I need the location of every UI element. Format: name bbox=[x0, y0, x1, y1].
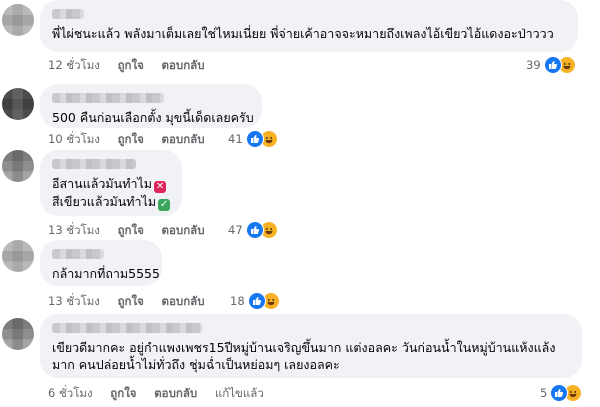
reaction-summary[interactable]: 5 bbox=[540, 384, 583, 402]
avatar[interactable] bbox=[2, 240, 34, 272]
reaction-count: 18 bbox=[230, 294, 245, 308]
comment-time[interactable]: 13 ชั่วโมง bbox=[48, 223, 100, 237]
comment-text: กล้ามากที่ถาม5555 bbox=[52, 266, 160, 281]
comment-text: มาก คนปล่อยน้ำไม่ทั่วถึง ชุ่มฉ่ำเป็นหย่อ… bbox=[52, 357, 340, 372]
reply-button[interactable]: ตอบกลับ bbox=[154, 386, 197, 400]
avatar[interactable] bbox=[2, 4, 34, 36]
like-button[interactable]: ถูกใจ bbox=[118, 58, 144, 72]
like-icon bbox=[247, 292, 266, 310]
reaction-count: 5 bbox=[540, 386, 548, 400]
reaction-count: 41 bbox=[228, 132, 243, 146]
check-mark-emoji: ✓ bbox=[158, 199, 171, 211]
comment-text: พี่ไผ่ชนะแล้ว พลังมาเต็มเลยใช่ไหมเนี่ยย … bbox=[52, 26, 554, 41]
like-button[interactable]: ถูกใจ bbox=[118, 223, 144, 237]
reaction-summary[interactable]: 41 bbox=[228, 130, 278, 148]
avatar[interactable] bbox=[2, 150, 34, 182]
comment-bubble: เขียวดีมากคะ อยู่กำแพงเพชร15ปีหมู่บ้านเจ… bbox=[40, 314, 582, 378]
reaction-summary[interactable]: 18 bbox=[230, 292, 280, 310]
comment-time[interactable]: 13 ชั่วโมง bbox=[48, 294, 100, 308]
like-button[interactable]: ถูกใจ bbox=[110, 386, 136, 400]
like-icon bbox=[245, 221, 264, 239]
reaction-summary[interactable]: 47 bbox=[228, 221, 278, 239]
comment-text: อีสานแล้วมันทำไม bbox=[52, 176, 153, 191]
comment-time[interactable]: 6 ชั่วโมง bbox=[48, 386, 93, 400]
avatar[interactable] bbox=[2, 88, 34, 120]
commenter-name-blurred[interactable] bbox=[52, 323, 202, 333]
edited-label[interactable]: แก้ไขแล้ว bbox=[215, 386, 264, 400]
comment-actions: 6 ชั่วโมง ถูกใจ ตอบกลับ แก้ไขแล้ว bbox=[48, 385, 278, 403]
like-icon bbox=[543, 56, 562, 74]
reply-button[interactable]: ตอบกลับ bbox=[162, 132, 205, 146]
comment-actions: 13 ชั่วโมง ถูกใจ ตอบกลับ bbox=[48, 222, 219, 240]
like-button[interactable]: ถูกใจ bbox=[118, 294, 144, 308]
comment-bubble: 500 คืนก่อนเลือกตั้ง มุขนี้เด็ดเลยครับ bbox=[40, 84, 262, 128]
commenter-name-blurred[interactable] bbox=[52, 159, 136, 169]
like-icon bbox=[245, 130, 264, 148]
like-button[interactable]: ถูกใจ bbox=[118, 132, 144, 146]
comment-text: สีเขียวแล้วมันทำไม bbox=[52, 194, 157, 209]
reply-button[interactable]: ตอบกลับ bbox=[162, 58, 205, 72]
commenter-name-blurred[interactable] bbox=[52, 9, 84, 19]
reaction-count: 47 bbox=[228, 223, 243, 237]
comment-time[interactable]: 12 ชั่วโมง bbox=[48, 58, 100, 72]
comment-text: เขียวดีมากคะ อยู่กำแพงเพชร15ปีหมู่บ้านเจ… bbox=[52, 340, 556, 355]
commenter-name-blurred[interactable] bbox=[52, 93, 164, 103]
avatar[interactable] bbox=[2, 318, 34, 350]
reaction-count: 39 bbox=[526, 58, 541, 72]
comment-actions: 13 ชั่วโมง ถูกใจ ตอบกลับ bbox=[48, 293, 219, 311]
comment-time[interactable]: 10 ชั่วโมง bbox=[48, 132, 100, 146]
reply-button[interactable]: ตอบกลับ bbox=[162, 223, 205, 237]
cross-mark-emoji: ✕ bbox=[154, 181, 167, 193]
comment-actions: 10 ชั่วโมง ถูกใจ ตอบกลับ bbox=[48, 131, 219, 149]
comment-bubble: พี่ไผ่ชนะแล้ว พลังมาเต็มเลยใช่ไหมเนี่ยย … bbox=[40, 0, 578, 52]
commenter-name-blurred[interactable] bbox=[52, 249, 104, 259]
comment-text: 500 คืนก่อนเลือกตั้ง มุขนี้เด็ดเลยครับ bbox=[52, 110, 254, 125]
comment-bubble: อีสานแล้วมันทำไม ✕ สีเขียวแล้วมันทำไม ✓ bbox=[40, 150, 182, 216]
comment-actions: 12 ชั่วโมง ถูกใจ ตอบกลับ bbox=[48, 57, 219, 75]
reaction-summary[interactable]: 39 bbox=[526, 56, 576, 74]
reply-button[interactable]: ตอบกลับ bbox=[162, 294, 205, 308]
comment-bubble: กล้ามากที่ถาม5555 bbox=[40, 240, 162, 286]
